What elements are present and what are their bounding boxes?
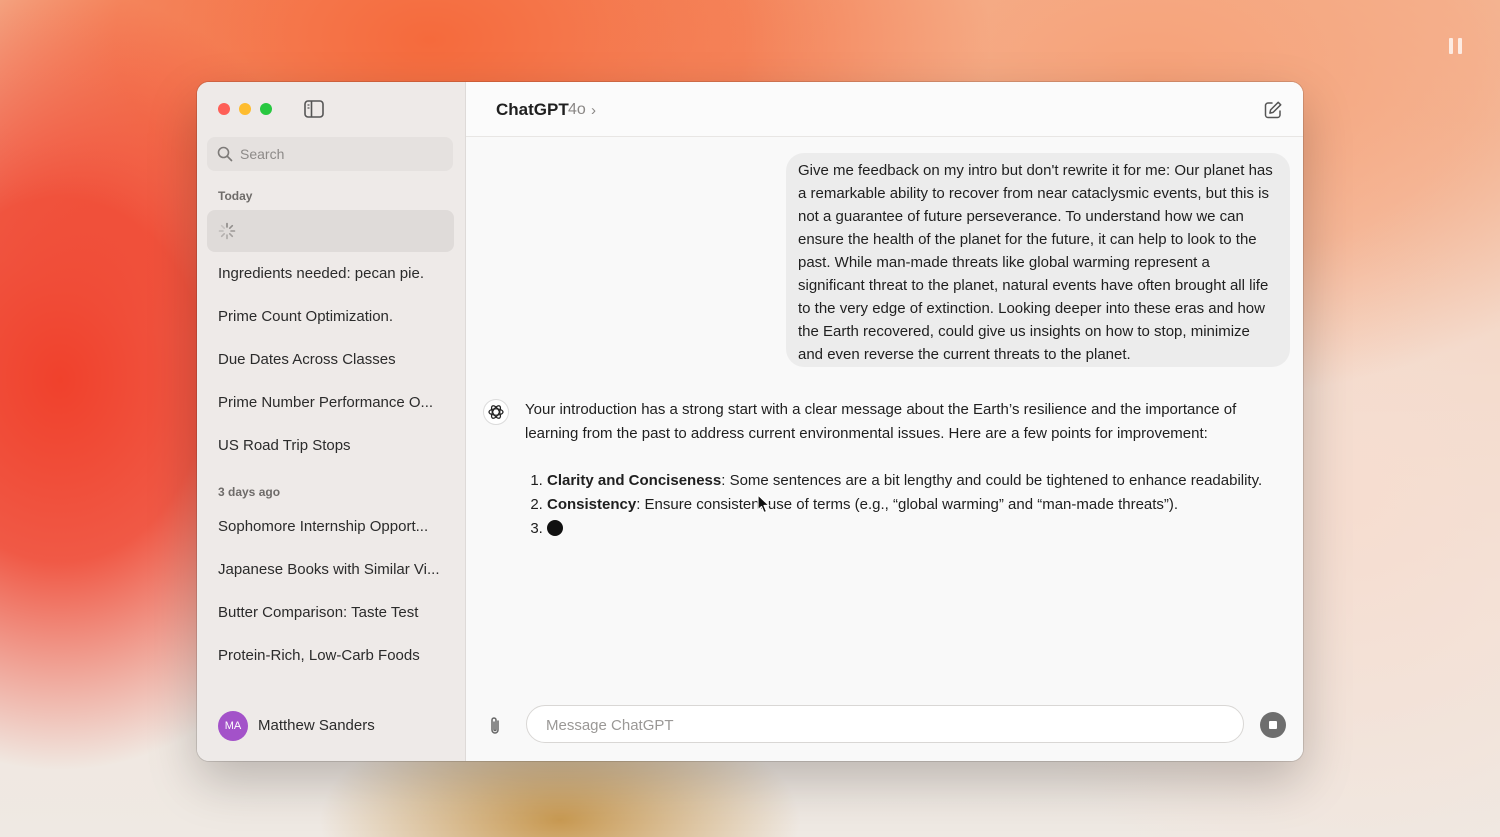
chat-item[interactable]: Prime Count Optimization. bbox=[207, 296, 454, 338]
pause-icon[interactable] bbox=[1449, 38, 1463, 54]
model-selector[interactable]: 4o bbox=[568, 101, 586, 119]
user-name: Matthew Sanders bbox=[258, 717, 375, 734]
assistant-intro: Your introduction has a strong start wit… bbox=[525, 401, 1237, 442]
search-placeholder: Search bbox=[240, 146, 285, 162]
avatar: MA bbox=[218, 711, 248, 741]
streaming-indicator bbox=[547, 520, 563, 536]
chatgpt-logo-icon bbox=[483, 399, 509, 425]
chat-item[interactable]: Sophomore Internship Opport... bbox=[207, 506, 454, 548]
chevron-right-icon[interactable]: › bbox=[591, 102, 596, 119]
chat-header: ChatGPT 4o › bbox=[466, 82, 1303, 137]
point-text: : Ensure consistent use of terms (e.g., … bbox=[636, 496, 1179, 513]
app-title: ChatGPT bbox=[496, 100, 569, 119]
chat-item-loading[interactable] bbox=[207, 210, 454, 252]
assistant-message: Your introduction has a strong start wit… bbox=[525, 398, 1265, 541]
point-text: : Some sentences are a bit lengthy and c… bbox=[721, 472, 1263, 489]
chat-item[interactable]: US Road Trip Stops bbox=[207, 425, 454, 467]
sidebar: Search Today Ingredients needed: pecan p… bbox=[197, 82, 466, 761]
chat-item[interactable]: Protein-Rich, Low-Carb Foods bbox=[207, 635, 454, 677]
chat-item[interactable]: Due Dates Across Classes bbox=[207, 339, 454, 381]
chat-item[interactable]: Ingredients needed: pecan pie. bbox=[207, 253, 454, 295]
sidebar-toggle-icon[interactable] bbox=[304, 100, 324, 118]
list-item: Clarity and Conciseness: Some sentences … bbox=[547, 469, 1265, 493]
list-item: Consistency: Ensure consistent use of te… bbox=[547, 493, 1265, 517]
loading-spinner-icon bbox=[218, 222, 236, 240]
message-input-box[interactable] bbox=[526, 705, 1244, 744]
list-item bbox=[547, 517, 1265, 541]
section-label-3-days-ago: 3 days ago bbox=[218, 485, 281, 499]
stop-generating-button[interactable] bbox=[1260, 712, 1286, 738]
message-input[interactable] bbox=[544, 706, 1228, 744]
search-icon bbox=[217, 146, 233, 162]
user-message: Give me feedback on my intro but don't r… bbox=[786, 153, 1290, 367]
close-window-button[interactable] bbox=[218, 103, 230, 115]
search-field[interactable]: Search bbox=[207, 137, 453, 171]
attach-icon[interactable] bbox=[486, 715, 504, 737]
chat-item[interactable]: Prime Number Performance O... bbox=[207, 382, 454, 424]
mouse-pointer-icon bbox=[757, 494, 770, 514]
point-title: Clarity and Conciseness bbox=[547, 472, 722, 489]
chat-main: ChatGPT 4o › Give me feedback on my intr… bbox=[466, 82, 1303, 761]
zoom-window-button[interactable] bbox=[260, 103, 272, 115]
chat-item[interactable]: Japanese Books with Similar Vi... bbox=[207, 549, 454, 591]
section-label-today: Today bbox=[218, 189, 253, 203]
chatgpt-window: Search Today Ingredients needed: pecan p… bbox=[197, 82, 1303, 761]
point-title: Consistency bbox=[547, 496, 637, 513]
new-chat-icon[interactable] bbox=[1263, 100, 1283, 120]
minimize-window-button[interactable] bbox=[239, 103, 251, 115]
stop-icon bbox=[1269, 721, 1277, 729]
chat-item[interactable]: Butter Comparison: Taste Test bbox=[207, 592, 454, 634]
